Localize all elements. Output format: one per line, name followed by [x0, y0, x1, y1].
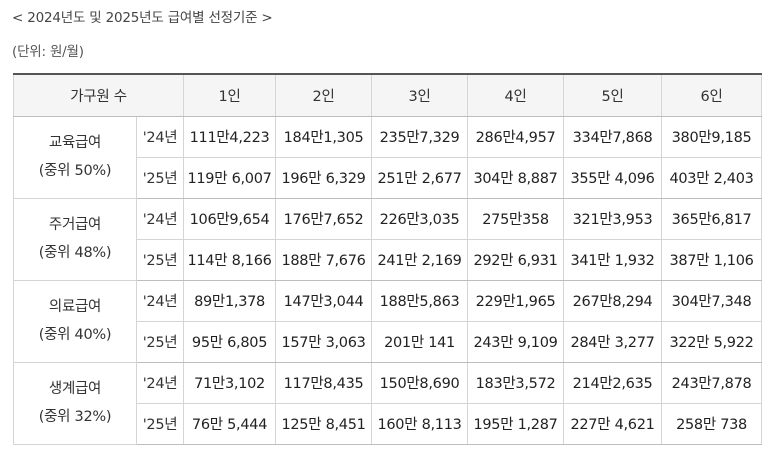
value-cell: 160만 8,113	[371, 402, 469, 445]
category-medical: 의료급여 (중위 40%)	[13, 279, 137, 363]
value-cell: 267만8,294	[563, 279, 663, 322]
value-cell: 284만 3,277	[563, 320, 663, 363]
header-size-3: 3인	[371, 73, 469, 117]
year-label: '25년	[135, 238, 185, 281]
header-size-5: 5인	[563, 73, 663, 117]
value-cell: 111만4,223	[183, 115, 277, 158]
year-label: '25년	[135, 402, 185, 445]
table-caption: < 2024년도 및 2025년도 급여별 선정기준 >	[12, 10, 273, 26]
category-education: 교육급여 (중위 50%)	[13, 115, 137, 199]
value-cell: 251만 2,677	[371, 156, 469, 199]
value-cell: 125만 8,451	[275, 402, 373, 445]
value-cell: 321만3,953	[563, 197, 663, 240]
value-cell: 365만6,817	[661, 197, 763, 240]
value-cell: 214만2,635	[563, 361, 663, 404]
header-household-size: 가구원 수	[12, 73, 185, 117]
table-row: 의료급여 (중위 40%) '24년 89만1,378 147만3,044 18…	[13, 279, 763, 363]
value-cell: 119만 6,007	[183, 156, 277, 199]
table-row: 주거급여 (중위 48%) '24년 106만9,654 176만7,652 2…	[13, 197, 763, 281]
value-cell: 188만 7,676	[275, 238, 373, 281]
value-cell: 241만 2,169	[371, 238, 469, 281]
category-housing: 주거급여 (중위 48%)	[13, 197, 137, 281]
value-cell: 403만 2,403	[661, 156, 763, 199]
year-label: '24년	[135, 279, 185, 322]
category-name: 교육급여	[48, 135, 102, 151]
value-cell: 196만 6,329	[275, 156, 373, 199]
value-cell: 258만 738	[661, 402, 763, 445]
value-cell: 201만 141	[371, 320, 469, 363]
value-cell: 304만7,348	[661, 279, 763, 322]
value-cell: 235만7,329	[371, 115, 469, 158]
value-cell: 147만3,044	[275, 279, 373, 322]
value-cell: 89만1,378	[183, 279, 277, 322]
value-cell: 195만 1,287	[467, 402, 565, 445]
category-name: 생계급여	[48, 381, 102, 397]
header-size-6: 6인	[661, 73, 763, 117]
category-median-rate: (중위 48%)	[38, 245, 112, 261]
value-cell: 117만8,435	[275, 361, 373, 404]
value-cell: 275만358	[467, 197, 565, 240]
value-cell: 243만7,878	[661, 361, 763, 404]
header-size-4: 4인	[467, 73, 565, 117]
year-label: '24년	[135, 361, 185, 404]
value-cell: 227만 4,621	[563, 402, 663, 445]
value-cell: 322만 5,922	[661, 320, 763, 363]
header-row: 가구원 수 1인 2인 3인 4인 5인 6인	[12, 73, 763, 117]
value-cell: 183만3,572	[467, 361, 565, 404]
year-label: '25년	[135, 320, 185, 363]
value-cell: 286만4,957	[467, 115, 565, 158]
value-cell: 157만 3,063	[275, 320, 373, 363]
category-median-rate: (중위 40%)	[38, 327, 112, 343]
value-cell: 76만 5,444	[183, 402, 277, 445]
year-label: '24년	[135, 115, 185, 158]
benefit-criteria-table: 가구원 수 1인 2인 3인 4인 5인 6인 교육급여 (중위 50%) '2…	[12, 73, 763, 445]
value-cell: 243만 9,109	[467, 320, 565, 363]
unit-note: (단위: 원/월)	[12, 44, 84, 60]
value-cell: 114만 8,166	[183, 238, 277, 281]
year-label: '25년	[135, 156, 185, 199]
value-cell: 292만 6,931	[467, 238, 565, 281]
year-label: '24년	[135, 197, 185, 240]
value-cell: 71만3,102	[183, 361, 277, 404]
value-cell: 334만7,868	[563, 115, 663, 158]
value-cell: 176만7,652	[275, 197, 373, 240]
value-cell: 387만 1,106	[661, 238, 763, 281]
category-name: 의료급여	[48, 299, 102, 315]
header-size-2: 2인	[275, 73, 373, 117]
value-cell: 188만5,863	[371, 279, 469, 322]
value-cell: 150만8,690	[371, 361, 469, 404]
table-row: 생계급여 (중위 32%) '24년 71만3,102 117만8,435 15…	[13, 361, 763, 445]
category-median-rate: (중위 50%)	[38, 163, 112, 179]
header-size-1: 1인	[183, 73, 277, 117]
table-row: 교육급여 (중위 50%) '24년 111만4,223 184만1,305 2…	[13, 115, 763, 199]
value-cell: 184만1,305	[275, 115, 373, 158]
value-cell: 304만 8,887	[467, 156, 565, 199]
value-cell: 106만9,654	[183, 197, 277, 240]
value-cell: 226만3,035	[371, 197, 469, 240]
category-livelihood: 생계급여 (중위 32%)	[13, 361, 137, 445]
category-name: 주거급여	[48, 217, 102, 233]
value-cell: 95만 6,805	[183, 320, 277, 363]
value-cell: 341만 1,932	[563, 238, 663, 281]
value-cell: 229만1,965	[467, 279, 565, 322]
value-cell: 380만9,185	[661, 115, 763, 158]
category-median-rate: (중위 32%)	[38, 409, 112, 425]
value-cell: 355만 4,096	[563, 156, 663, 199]
